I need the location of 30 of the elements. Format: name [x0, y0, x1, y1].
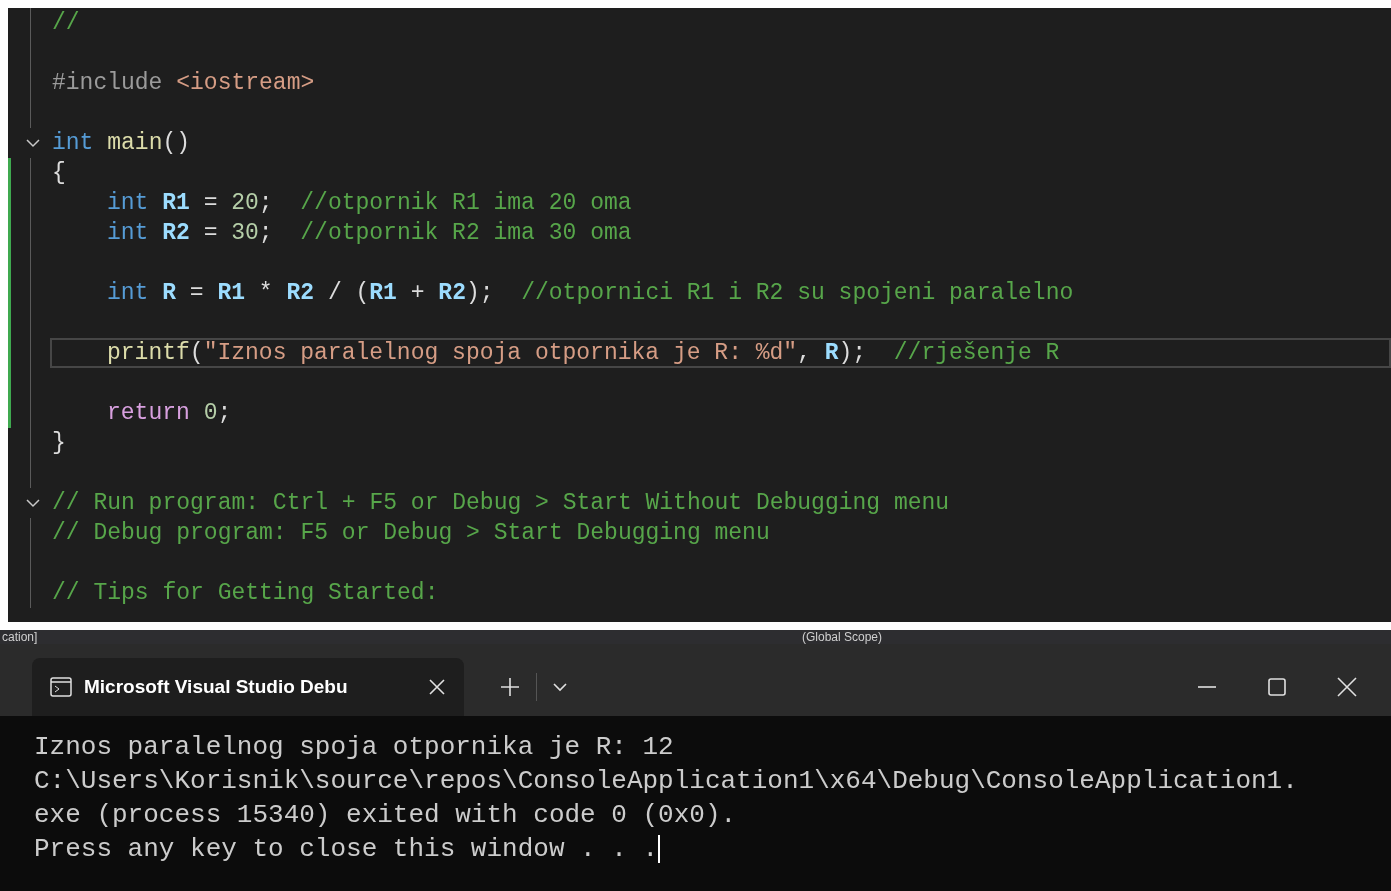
chevron-down-icon[interactable] [553, 682, 567, 692]
console-output-line: Iznos paralelnog spoja otpornika je R: 12 [34, 731, 674, 764]
close-icon[interactable] [428, 678, 446, 696]
code-line: // [52, 9, 80, 37]
plus-icon[interactable] [500, 677, 520, 697]
chevron-down-icon[interactable] [26, 498, 40, 508]
code-line: // Debug program: F5 or Debug > Start Debugging menu [52, 519, 770, 547]
code-line: // Tips for Getting Started: [52, 579, 439, 607]
code-line: int R2 = 30; //otpornik R2 ima 30 oma [107, 219, 632, 247]
terminal-tab[interactable]: Microsoft Visual Studio Debu [32, 658, 464, 716]
console-output-line: exe (process 15340) exited with code 0 (0x0). [34, 799, 737, 832]
chevron-down-icon[interactable] [26, 138, 40, 148]
close-icon[interactable] [1337, 677, 1357, 697]
code-line: int main() [52, 129, 191, 157]
tab-title: Microsoft Visual Studio Debu [84, 674, 348, 699]
text-cursor [658, 835, 661, 863]
console-icon [50, 677, 72, 697]
project-dropdown[interactable]: cation] [2, 631, 782, 643]
code-line: printf("Iznos paralelnog spoja otpornika je R: %d", R); //rješenje R [107, 339, 1060, 367]
code-line: int R = R1 * R2 / (R1 + R2); //otpornici R1 i R2 su spojeni paralelno [107, 279, 1074, 307]
maximize-icon[interactable] [1267, 677, 1287, 697]
scope-dropdown[interactable]: (Global Scope) [802, 631, 883, 643]
console-output-line: C:\Users\Korisnik\source\repos\ConsoleApplication1\x64\Debug\ConsoleApplication1. [34, 765, 1298, 798]
code-line: #include <iostream> [52, 69, 315, 97]
console-output-line: Press any key to close this window . . . [34, 833, 659, 866]
code-line: return 0; [107, 399, 232, 427]
code-line: int R1 = 20; //otpornik R1 ima 20 oma [107, 189, 632, 217]
code-line: } [52, 429, 66, 457]
code-line: { [52, 159, 66, 187]
code-line: // Run program: Ctrl + F5 or Debug > Start Without Debugging menu [52, 489, 950, 517]
